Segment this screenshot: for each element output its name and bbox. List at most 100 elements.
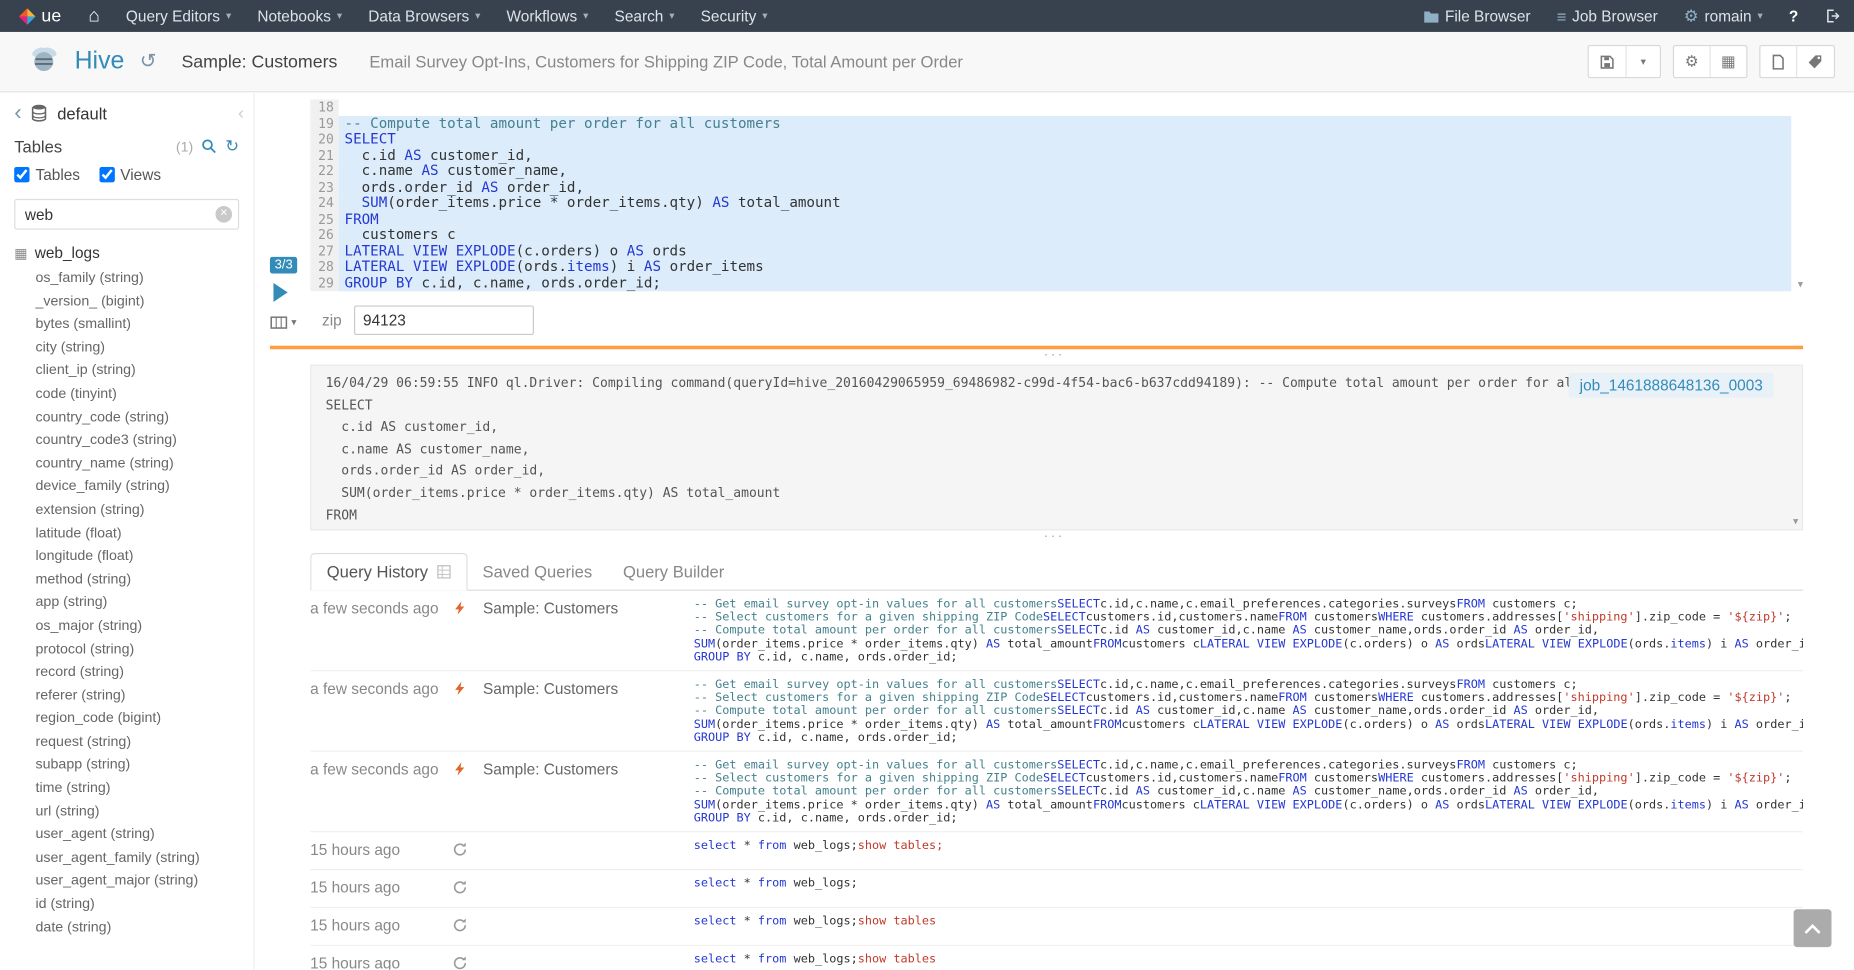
- menu-query-editors[interactable]: Query Editors ▾: [113, 0, 244, 32]
- scrollbar-down-icon[interactable]: ▾: [1793, 515, 1798, 528]
- scrollbar-down-icon[interactable]: ▾: [1798, 278, 1803, 291]
- column-item[interactable]: client_ip (string): [36, 359, 254, 382]
- menu-notebooks[interactable]: Notebooks ▾: [244, 0, 355, 32]
- settings-button[interactable]: ⚙: [1674, 46, 1710, 77]
- database-name[interactable]: default: [57, 104, 107, 123]
- column-item[interactable]: time (string): [36, 777, 254, 800]
- editor-line[interactable]: FROM: [339, 211, 1792, 227]
- variable-zip-input[interactable]: [354, 305, 534, 335]
- menu-data-browsers[interactable]: Data Browsers ▾: [355, 0, 493, 32]
- history-query-name[interactable]: Sample: Customers: [483, 758, 694, 826]
- column-item[interactable]: user_agent_major (string): [36, 870, 254, 893]
- editor-line[interactable]: customers c: [339, 227, 1792, 243]
- tables-checkbox-input[interactable]: [14, 167, 29, 182]
- menu-search[interactable]: Search ▾: [602, 0, 688, 32]
- column-item[interactable]: latitude (float): [36, 522, 254, 545]
- user-menu[interactable]: ⚙ romain ▾: [1671, 0, 1776, 32]
- editor-code[interactable]: -- Compute total amount per order for al…: [339, 99, 1792, 291]
- column-item[interactable]: url (string): [36, 800, 254, 823]
- tab-query-builder[interactable]: Query Builder: [608, 554, 740, 590]
- column-item[interactable]: device_family (string): [36, 475, 254, 498]
- column-item[interactable]: protocol (string): [36, 638, 254, 661]
- column-item[interactable]: subapp (string): [36, 754, 254, 777]
- editor-line[interactable]: -- Compute total amount per order for al…: [339, 115, 1792, 131]
- history-query-name[interactable]: [483, 914, 694, 939]
- clear-search-icon[interactable]: ×: [215, 206, 232, 223]
- column-item[interactable]: app (string): [36, 591, 254, 614]
- save-button[interactable]: [1589, 46, 1627, 77]
- history-sql[interactable]: -- Get email survey opt-in values for al…: [694, 597, 1803, 665]
- query-map-button[interactable]: ▾: [270, 316, 297, 329]
- history-query-name[interactable]: [483, 838, 694, 863]
- table-search-input[interactable]: [14, 199, 239, 230]
- editor-line[interactable]: GROUP BY c.id, c.name, ords.order_id;: [339, 275, 1792, 291]
- history-query-name[interactable]: [483, 952, 694, 970]
- history-sql[interactable]: select * from web_logs;: [694, 876, 1803, 901]
- menu-workflows[interactable]: Workflows ▾: [494, 0, 602, 32]
- history-sql[interactable]: select * from web_logs;show tables: [694, 914, 1803, 939]
- column-item[interactable]: id (string): [36, 893, 254, 916]
- history-sql[interactable]: -- Get email survey opt-in values for al…: [694, 758, 1803, 826]
- resize-handle-top[interactable]: ···: [305, 349, 1803, 364]
- refresh-icon[interactable]: ↻: [225, 136, 239, 156]
- column-item[interactable]: country_code3 (string): [36, 429, 254, 452]
- app-name[interactable]: Hive: [75, 47, 125, 75]
- history-sql[interactable]: -- Get email survey opt-in values for al…: [694, 677, 1803, 745]
- table-item-web-logs[interactable]: ▦ web_logs: [0, 232, 253, 264]
- editor-line[interactable]: LATERAL VIEW EXPLODE(c.orders) o AS ords: [339, 243, 1792, 259]
- save-dropdown-button[interactable]: ▾: [1627, 46, 1660, 77]
- history-row[interactable]: 15 hours agoselect * from web_logs;: [310, 870, 1803, 908]
- editor-line[interactable]: c.name AS customer_name,: [339, 163, 1792, 179]
- home-button[interactable]: ⌂: [75, 0, 112, 32]
- back-icon[interactable]: ‹: [14, 105, 21, 122]
- column-item[interactable]: request (string): [36, 730, 254, 753]
- column-item[interactable]: os_major (string): [36, 614, 254, 637]
- editor-line[interactable]: c.id AS customer_id,: [339, 147, 1792, 163]
- history-icon[interactable]: ↺: [140, 50, 157, 74]
- column-item[interactable]: os_family (string): [36, 266, 254, 289]
- column-item[interactable]: country_name (string): [36, 452, 254, 475]
- tab-saved-queries[interactable]: Saved Queries: [467, 554, 607, 590]
- hue-logo[interactable]: ue: [0, 0, 75, 32]
- editor-line[interactable]: SUM(order_items.price * order_items.qty)…: [339, 195, 1792, 211]
- editor-line[interactable]: SELECT: [339, 131, 1792, 147]
- column-item[interactable]: country_code (string): [36, 406, 254, 429]
- column-item[interactable]: method (string): [36, 568, 254, 591]
- column-item[interactable]: bytes (smallint): [36, 313, 254, 336]
- views-checkbox-input[interactable]: [99, 167, 114, 182]
- execute-button[interactable]: [273, 283, 287, 302]
- column-item[interactable]: city (string): [36, 336, 254, 359]
- column-item[interactable]: user_agent_family (string): [36, 846, 254, 869]
- history-row[interactable]: 15 hours agoselect * from web_logs;show …: [310, 946, 1803, 970]
- history-query-name[interactable]: Sample: Customers: [483, 597, 694, 665]
- history-row[interactable]: 15 hours agoselect * from web_logs;show …: [310, 908, 1803, 946]
- menu-security[interactable]: Security ▾: [688, 0, 781, 32]
- new-document-button[interactable]: [1760, 46, 1797, 77]
- history-row[interactable]: a few seconds agoSample: Customers-- Get…: [310, 752, 1803, 833]
- column-item[interactable]: region_code (bigint): [36, 707, 254, 730]
- schedule-button[interactable]: ▦: [1710, 46, 1746, 77]
- tags-button[interactable]: [1797, 46, 1834, 77]
- job-link[interactable]: job_1461888648136_0003: [1569, 373, 1773, 398]
- logout-button[interactable]: [1811, 0, 1854, 32]
- editor-line[interactable]: [339, 99, 1792, 115]
- history-query-name[interactable]: [483, 876, 694, 901]
- column-item[interactable]: user_agent (string): [36, 823, 254, 846]
- column-item[interactable]: code (tinyint): [36, 382, 254, 405]
- column-item[interactable]: extension (string): [36, 498, 254, 521]
- search-icon[interactable]: [202, 139, 217, 154]
- column-item[interactable]: referer (string): [36, 684, 254, 707]
- scroll-to-top-button[interactable]: [1794, 909, 1832, 947]
- editor-line[interactable]: LATERAL VIEW EXPLODE(ords.items) i AS or…: [339, 259, 1792, 275]
- column-item[interactable]: _version_ (bigint): [36, 290, 254, 313]
- column-item[interactable]: date (string): [36, 916, 254, 939]
- history-row[interactable]: a few seconds agoSample: Customers-- Get…: [310, 591, 1803, 672]
- job-browser-button[interactable]: ≡ Job Browser: [1544, 0, 1671, 32]
- filter-views-checkbox[interactable]: Views: [99, 166, 161, 184]
- filter-tables-checkbox[interactable]: Tables: [14, 166, 80, 184]
- history-sql[interactable]: select * from web_logs;show tables: [694, 952, 1803, 970]
- sql-editor[interactable]: 181920212223242526272829 -- Compute tota…: [310, 97, 1803, 294]
- history-sql[interactable]: select * from web_logs;show tables;: [694, 838, 1803, 863]
- tab-query-history[interactable]: Query History: [310, 553, 467, 591]
- history-query-name[interactable]: Sample: Customers: [483, 677, 694, 745]
